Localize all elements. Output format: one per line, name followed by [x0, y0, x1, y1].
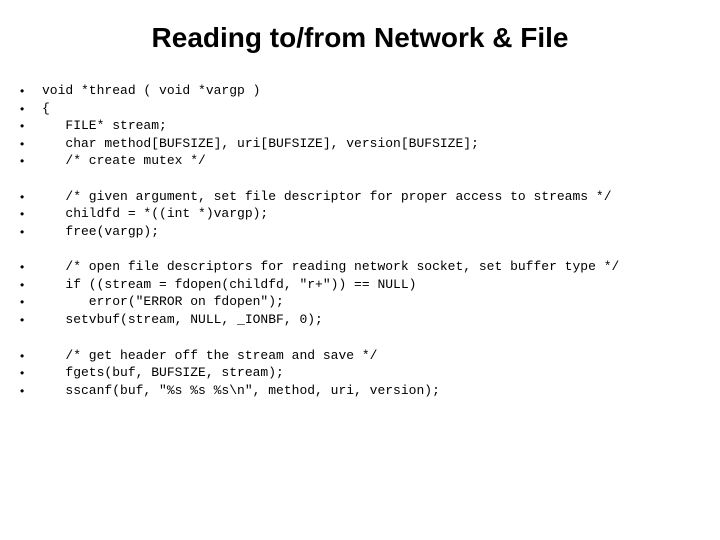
code-text: {	[42, 100, 50, 118]
bullet-icon: •	[20, 135, 42, 152]
code-line: • sscanf(buf, "%s %s %s\n", method, uri,…	[20, 382, 700, 400]
slide: Reading to/from Network & File •void *th…	[0, 0, 720, 540]
code-text: free(vargp);	[42, 223, 159, 241]
bullet-icon: •	[20, 364, 42, 381]
code-text: childfd = *((int *)vargp);	[42, 205, 268, 223]
code-text: fgets(buf, BUFSIZE, stream);	[42, 364, 284, 382]
code-line: • /* create mutex */	[20, 152, 700, 170]
bullet-icon: •	[20, 188, 42, 205]
code-line: •void *thread ( void *vargp )	[20, 82, 700, 100]
bullet-icon: •	[20, 82, 42, 99]
code-line: • /* open file descriptors for reading n…	[20, 258, 700, 276]
code-line: •{	[20, 100, 700, 118]
bullet-icon: •	[20, 347, 42, 364]
code-text: /* create mutex */	[42, 152, 206, 170]
bullet-icon: •	[20, 117, 42, 134]
bullet-icon: •	[20, 382, 42, 399]
code-line: • if ((stream = fdopen(childfd, "r+")) =…	[20, 276, 700, 294]
code-line: • fgets(buf, BUFSIZE, stream);	[20, 364, 700, 382]
code-line: • char method[BUFSIZE], uri[BUFSIZE], ve…	[20, 135, 700, 153]
code-text: /* given argument, set file descriptor f…	[42, 188, 612, 206]
code-line: • /* get header off the stream and save …	[20, 347, 700, 365]
code-text: /* get header off the stream and save */	[42, 347, 377, 365]
code-text: void *thread ( void *vargp )	[42, 82, 260, 100]
bullet-icon: •	[20, 258, 42, 275]
bullet-icon: •	[20, 205, 42, 222]
code-group-0: •void *thread ( void *vargp ) •{ • FILE*…	[20, 82, 700, 170]
code-group-1: • /* given argument, set file descriptor…	[20, 188, 700, 241]
code-text: FILE* stream;	[42, 117, 167, 135]
code-text: setvbuf(stream, NULL, _IONBF, 0);	[42, 311, 323, 329]
code-text: if ((stream = fdopen(childfd, "r+")) == …	[42, 276, 416, 294]
code-line: • free(vargp);	[20, 223, 700, 241]
code-line: • FILE* stream;	[20, 117, 700, 135]
bullet-icon: •	[20, 152, 42, 169]
code-line: • /* given argument, set file descriptor…	[20, 188, 700, 206]
bullet-icon: •	[20, 223, 42, 240]
slide-title: Reading to/from Network & File	[20, 22, 700, 54]
code-text: error("ERROR on fdopen");	[42, 293, 284, 311]
bullet-icon: •	[20, 100, 42, 117]
code-line: • setvbuf(stream, NULL, _IONBF, 0);	[20, 311, 700, 329]
code-group-2: • /* open file descriptors for reading n…	[20, 258, 700, 328]
code-line: • childfd = *((int *)vargp);	[20, 205, 700, 223]
code-text: char method[BUFSIZE], uri[BUFSIZE], vers…	[42, 135, 479, 153]
code-line: • error("ERROR on fdopen");	[20, 293, 700, 311]
bullet-icon: •	[20, 276, 42, 293]
code-text: /* open file descriptors for reading net…	[42, 258, 619, 276]
bullet-icon: •	[20, 293, 42, 310]
code-group-3: • /* get header off the stream and save …	[20, 347, 700, 400]
code-text: sscanf(buf, "%s %s %s\n", method, uri, v…	[42, 382, 440, 400]
bullet-icon: •	[20, 311, 42, 328]
